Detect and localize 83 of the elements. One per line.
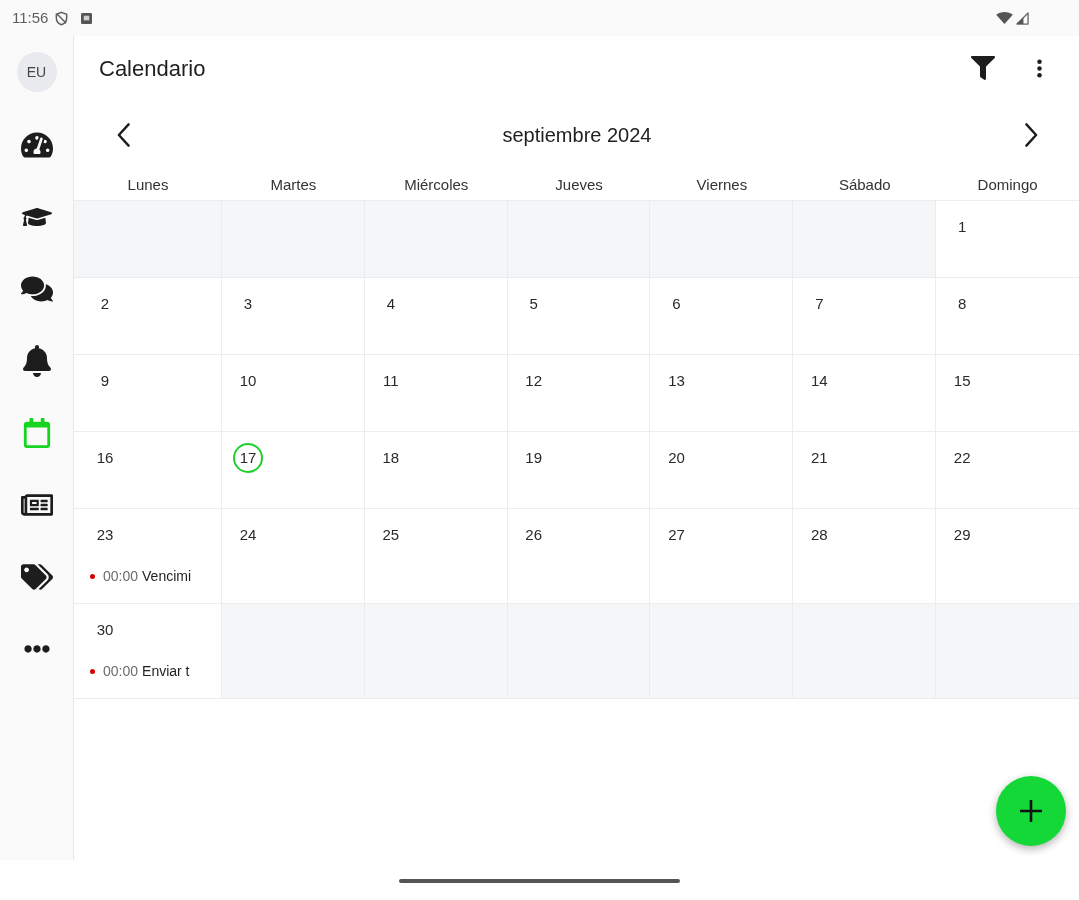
photo-icon <box>81 12 93 24</box>
day-number: 2 <box>99 293 111 314</box>
day-cell[interactable]: 30 00:00 Enviar t <box>74 604 222 699</box>
day-number: 4 <box>385 293 396 314</box>
day-cell[interactable]: 10 <box>222 355 365 432</box>
day-number: 8 <box>957 293 968 314</box>
day-cell[interactable]: 20 <box>650 432 794 509</box>
day-cell[interactable]: 6 <box>650 278 794 355</box>
bell-icon <box>22 345 51 377</box>
signal-icon <box>1016 11 1029 25</box>
day-number: 25 <box>381 524 401 545</box>
shield-slash-icon <box>54 10 70 26</box>
day-number: 7 <box>814 293 825 314</box>
day-cell[interactable]: 5 <box>507 278 651 355</box>
chevron-left-icon <box>116 123 130 147</box>
day-number: 29 <box>952 524 972 545</box>
day-number: 11 <box>382 370 400 391</box>
day-number: 15 <box>952 370 972 391</box>
plus-icon <box>1019 799 1043 823</box>
day-number: 6 <box>671 293 682 314</box>
day-number: 27 <box>667 524 686 545</box>
event-title: Enviar t <box>142 661 190 681</box>
weekday-label: Domingo <box>977 174 1038 195</box>
day-number: 22 <box>952 447 972 468</box>
chevron-right-icon <box>1024 123 1038 147</box>
day-cell[interactable]: 27 <box>650 509 794 604</box>
day-cell[interactable]: 19 <box>507 432 651 509</box>
day-cell[interactable]: 25 <box>364 509 508 604</box>
day-number: 12 <box>524 370 543 391</box>
day-number: 19 <box>524 447 543 468</box>
day-cell[interactable]: 16 <box>74 432 222 509</box>
day-number: 1 <box>957 216 968 237</box>
day-number: 20 <box>667 447 686 468</box>
day-number: 14 <box>810 370 829 391</box>
day-number: 5 <box>528 293 539 314</box>
day-cell[interactable]: 12 <box>507 355 651 432</box>
avatar-button[interactable]: EU <box>16 52 57 92</box>
day-cell[interactable]: 18 <box>364 432 508 509</box>
day-cell[interactable]: 11 <box>364 355 508 432</box>
day-number: 23 <box>95 524 115 545</box>
day-cell[interactable]: 13 <box>650 355 794 432</box>
day-number: 26 <box>524 524 543 545</box>
day-cell[interactable]: 2 <box>74 278 222 355</box>
day-number: 24 <box>238 524 258 545</box>
day-cell[interactable]: 23 00:00 Vencimi <box>74 509 222 604</box>
event-title: Vencimi <box>142 566 192 586</box>
weekday-label: Lunes <box>127 174 169 195</box>
add-button[interactable] <box>996 776 1066 846</box>
day-cell[interactable]: 24 <box>222 509 365 604</box>
day-cell[interactable]: 28 <box>793 509 937 604</box>
day-cell[interactable]: 21 <box>793 432 937 509</box>
more-vertical-icon <box>1036 58 1042 78</box>
day-number: 10 <box>238 370 258 391</box>
weekday-label: Martes <box>270 174 317 195</box>
weekday-label: Jueves <box>555 174 603 195</box>
month-title: septiembre 2024 <box>502 123 652 148</box>
weekday-label: Miércoles <box>404 174 469 195</box>
page-title: Calendario <box>99 54 206 83</box>
weekday-label: Sábado <box>838 174 891 195</box>
day-cell[interactable]: 17 <box>222 432 365 509</box>
day-number: 17 <box>233 443 263 473</box>
day-number: 21 <box>810 447 829 468</box>
day-number: 28 <box>810 524 829 545</box>
day-cell[interactable]: 26 <box>507 509 651 604</box>
day-number: 3 <box>242 293 254 314</box>
day-number: 9 <box>99 370 111 391</box>
day-cell[interactable]: 7 <box>793 278 937 355</box>
day-number: 16 <box>95 447 115 468</box>
day-number: 30 <box>95 619 115 640</box>
status-time: 11:56 <box>12 7 49 28</box>
event-time: 00:00 <box>103 661 139 681</box>
event-time: 00:00 <box>103 566 139 586</box>
wifi-icon <box>996 12 1013 24</box>
tags-icon <box>20 561 53 593</box>
day-number: 13 <box>667 370 686 391</box>
day-cell[interactable]: 9 <box>74 355 222 432</box>
calendar-icon <box>22 418 51 448</box>
day-cell[interactable]: 4 <box>364 278 508 355</box>
day-cell[interactable]: 3 <box>222 278 365 355</box>
weekday-label: Viernes <box>696 174 748 195</box>
day-number: 18 <box>381 447 401 468</box>
day-cell[interactable]: 14 <box>793 355 937 432</box>
filter-icon <box>971 56 995 80</box>
